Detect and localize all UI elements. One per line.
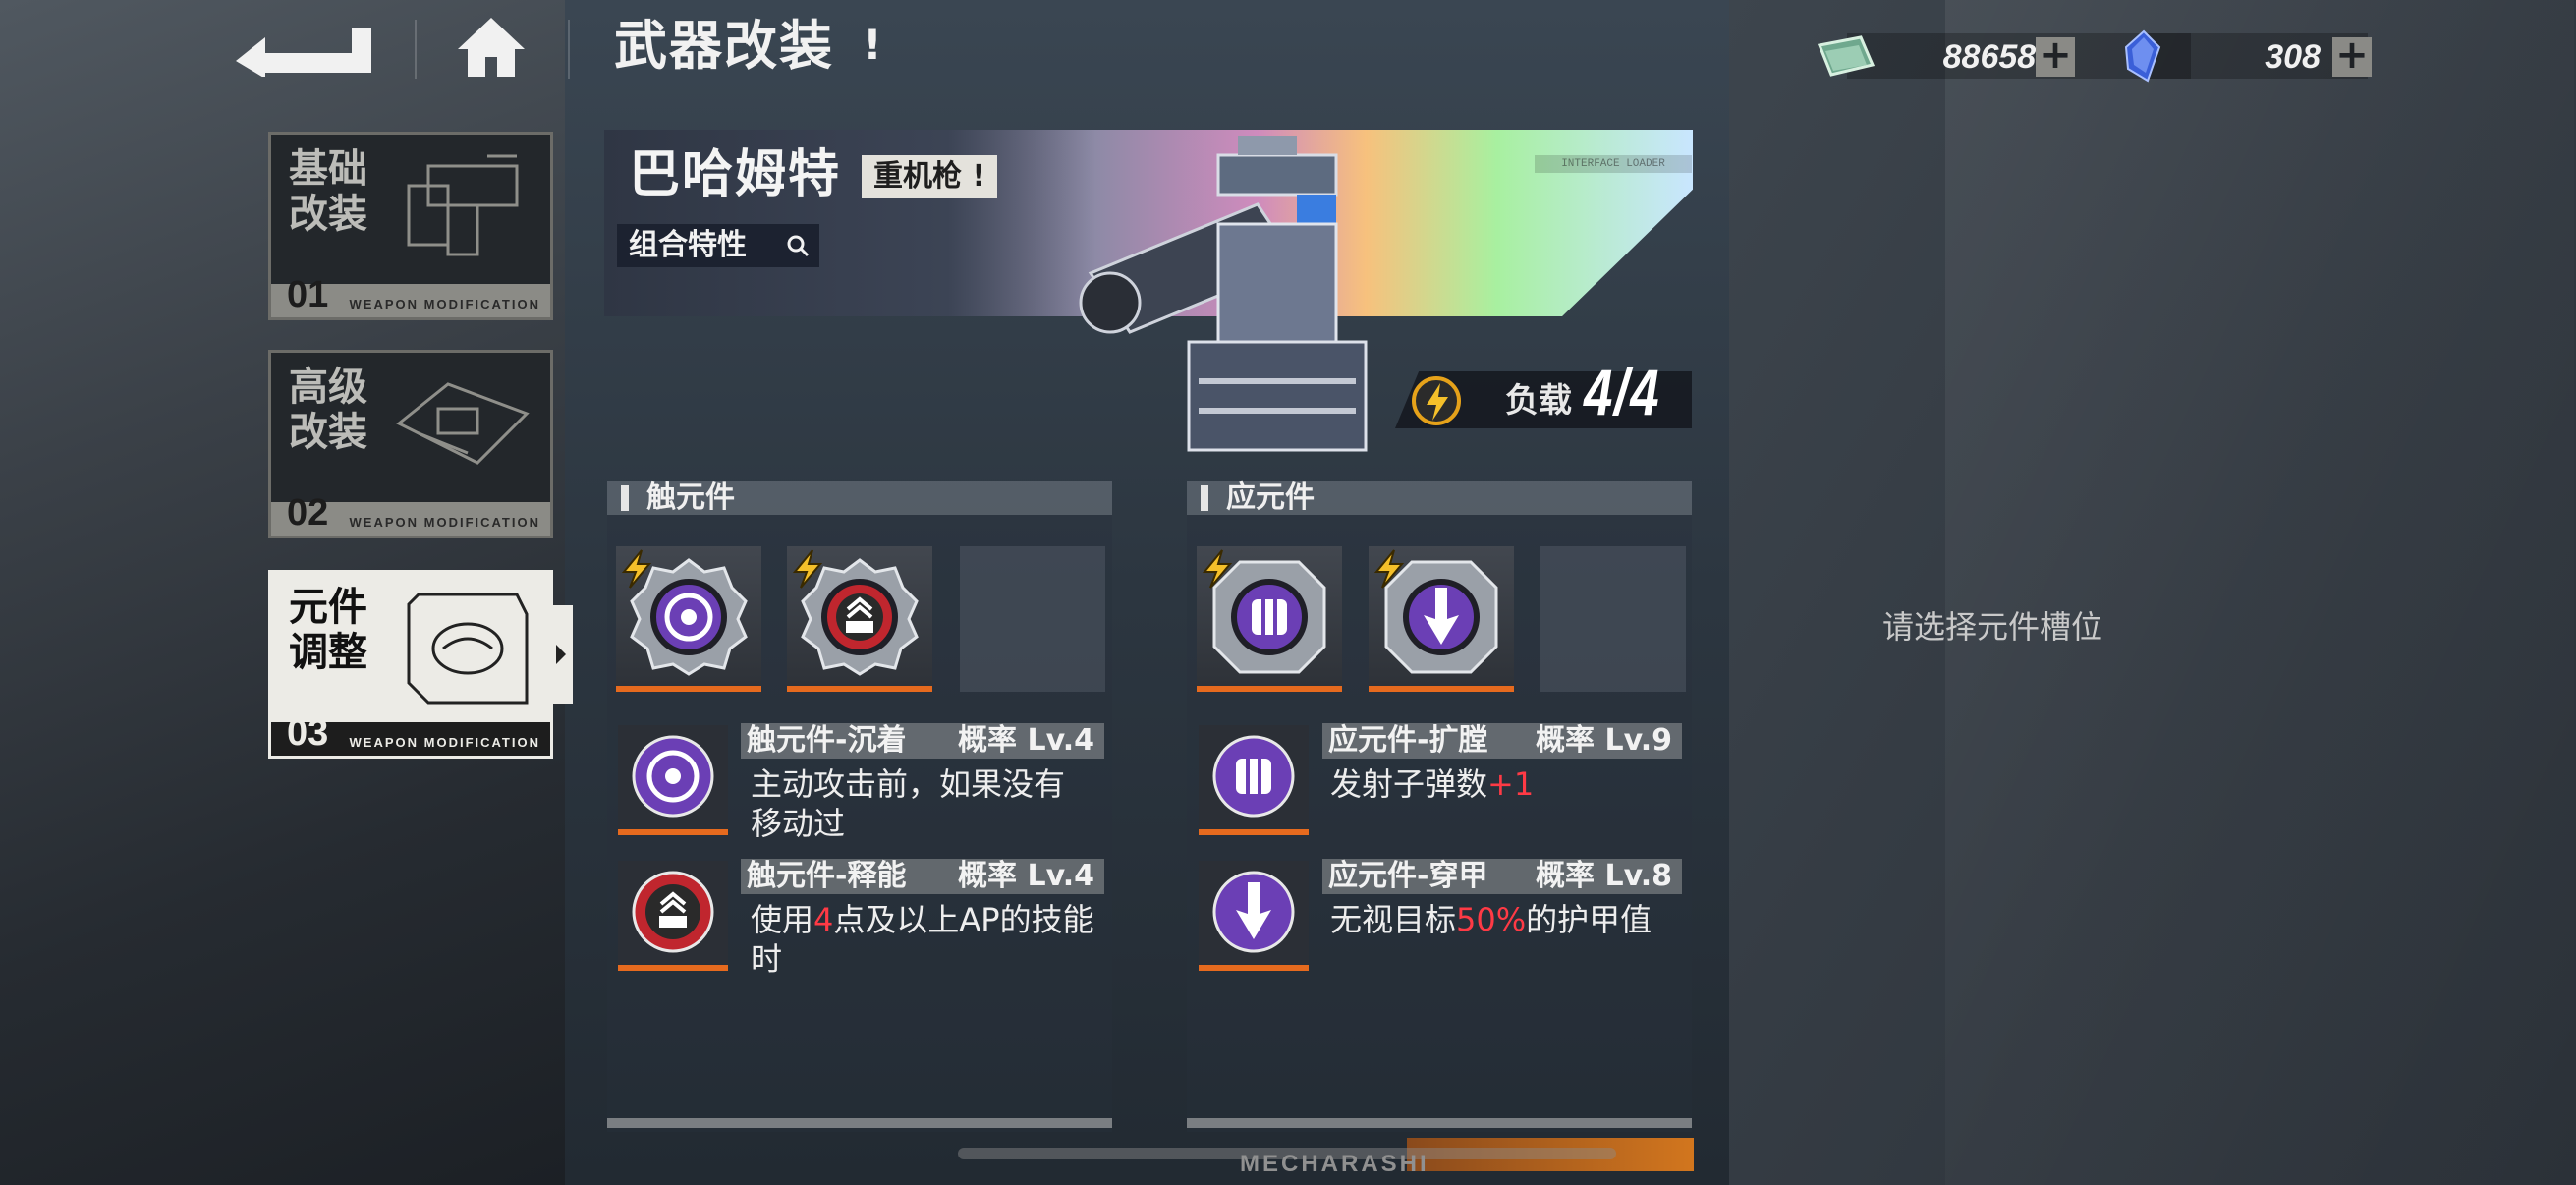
lightning-icon xyxy=(1373,549,1405,589)
header-divider xyxy=(568,20,570,79)
back-arrow-icon xyxy=(236,28,371,79)
chip-sketch-icon xyxy=(407,592,529,705)
home-button[interactable] xyxy=(452,14,531,83)
cash-add-button[interactable]: + xyxy=(2036,35,2075,77)
touch-detail-2-rank: 概率 Lv.4 xyxy=(958,859,1094,893)
footer-brand: MECHARASHI xyxy=(1240,1151,1429,1177)
nav-card-number: 02 xyxy=(287,492,329,534)
cash-icon xyxy=(1817,35,1876,77)
response-slot-2[interactable] xyxy=(1369,546,1514,692)
home-icon xyxy=(458,18,525,77)
response-detail-2-title: 应元件-穿甲 xyxy=(1328,859,1488,893)
calm-detail-icon xyxy=(618,725,728,835)
armor-pierce-part-icon xyxy=(1212,871,1295,953)
nav-card-label: 基础 改装 xyxy=(289,146,367,237)
nav-card-label: 元件 调整 xyxy=(289,585,367,675)
response-parts-header: 应元件 xyxy=(1187,481,1692,515)
light-beam xyxy=(1945,0,2574,1185)
touch-slot-2[interactable] xyxy=(787,546,932,692)
nav-card-footer-text: WEAPON MODIFICATION xyxy=(349,515,540,530)
touch-detail-1-header: 触元件-沉着 概率 Lv.4 xyxy=(741,723,1104,759)
heavy-machinegun-icon xyxy=(1079,136,1368,452)
response-detail-1-rank: 概率 Lv.9 xyxy=(1536,723,1672,758)
touch-parts-title: 触元件 xyxy=(646,480,735,515)
page-title: 武器改装 xyxy=(614,15,834,77)
lightning-icon xyxy=(1412,376,1461,425)
nav-card-advanced-mod[interactable]: 高级 改装 02 WEAPON MODIFICATION xyxy=(268,350,553,538)
nav-card-number: 01 xyxy=(287,274,329,315)
nav-card-footer-text: WEAPON MODIFICATION xyxy=(349,297,540,311)
response-detail-1-desc: 发射子弹数+1 xyxy=(1330,765,1535,803)
response-detail-1-header: 应元件-扩膛 概率 Lv.9 xyxy=(1322,723,1682,759)
touch-parts-header: 触元件 xyxy=(607,481,1112,515)
response-detail-2-desc: 无视目标50%的护甲值 xyxy=(1330,901,1652,938)
lightning-icon xyxy=(621,549,652,589)
touch-detail-1-desc: 主动攻击前，如果没有 移动过 xyxy=(751,765,1066,842)
response-detail-1-title: 应元件-扩膛 xyxy=(1328,723,1488,758)
nav-card-part-adjust[interactable]: 元件 调整 03 WEAPON MODIFICATION xyxy=(268,570,553,759)
touch-detail-1-rank: 概率 Lv.4 xyxy=(958,723,1094,758)
response-detail-2-header: 应元件-穿甲 概率 Lv.8 xyxy=(1322,859,1682,894)
touch-slot-1[interactable] xyxy=(616,546,761,692)
lightning-icon xyxy=(1202,549,1233,589)
banner-tag: INTERFACE LOADER xyxy=(1535,155,1692,173)
combo-trait-button[interactable]: 组合特性 xyxy=(617,224,819,267)
board-sketch-icon xyxy=(396,382,530,465)
search-icon xyxy=(787,235,810,257)
expand-detail-icon xyxy=(1199,725,1309,835)
pierce-detail-icon xyxy=(1199,861,1309,971)
load-label: 负载 xyxy=(1505,381,1572,421)
header-divider xyxy=(415,20,417,79)
response-detail-2-rank: 概率 Lv.8 xyxy=(1536,859,1672,893)
gem-add-button[interactable]: + xyxy=(2332,35,2372,77)
response-parts-title: 应元件 xyxy=(1226,480,1315,515)
touch-detail-2-title: 触元件-释能 xyxy=(747,859,907,893)
title-info-button[interactable]: ! xyxy=(855,20,890,71)
lightning-icon xyxy=(792,549,823,589)
gem-icon xyxy=(2124,29,2161,83)
weapon-name: 巴哈姆特 xyxy=(629,145,842,204)
nav-card-basic-mod[interactable]: 基础 改装 01 WEAPON MODIFICATION xyxy=(268,132,553,320)
nav-card-footer-text: WEAPON MODIFICATION xyxy=(349,735,540,750)
load-value: 4/4 xyxy=(1584,356,1661,428)
calm-part-icon xyxy=(632,735,714,818)
response-slot-1[interactable] xyxy=(1197,546,1342,692)
touch-detail-2-desc: 使用4点及以上AP的技能 时 xyxy=(751,901,1094,978)
response-slot-3-empty[interactable] xyxy=(1540,546,1686,692)
response-column-footer xyxy=(1187,1118,1692,1128)
gem-value: 308 xyxy=(2265,38,2321,76)
touch-column-footer xyxy=(607,1118,1112,1128)
weapon-type-badge[interactable]: 重机枪 ! xyxy=(862,155,998,198)
back-button[interactable] xyxy=(236,18,373,79)
nav-card-number: 03 xyxy=(287,712,329,754)
touch-detail-1-title: 触元件-沉着 xyxy=(747,723,907,758)
gun-sketch-icon xyxy=(407,154,519,256)
touch-detail-2-header: 触元件-释能 概率 Lv.4 xyxy=(741,859,1104,894)
combo-trait-label: 组合特性 xyxy=(629,228,747,262)
expand-bore-part-icon xyxy=(1212,735,1295,818)
energy-detail-icon xyxy=(618,861,728,971)
select-slot-hint: 请选择元件槽位 xyxy=(1882,608,2103,646)
nav-card-label: 高级 改装 xyxy=(289,365,367,455)
touch-slot-3-empty[interactable] xyxy=(960,546,1105,692)
nav-active-arrow xyxy=(553,605,573,704)
energy-release-part-icon xyxy=(632,871,714,953)
